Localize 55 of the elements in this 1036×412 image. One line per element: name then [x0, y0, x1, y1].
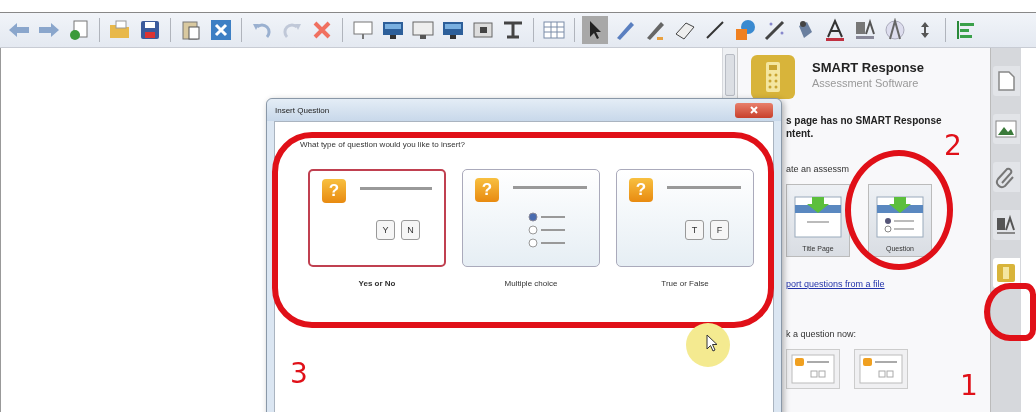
side-tab[interactable] — [992, 114, 1020, 144]
side-tab[interactable] — [992, 162, 1020, 192]
table-icon — [542, 18, 566, 42]
page-drawing — [875, 195, 925, 239]
side-tab[interactable] — [992, 258, 1020, 288]
properties-icon — [994, 213, 1018, 237]
title-line — [360, 187, 432, 190]
side-tab[interactable] — [992, 210, 1020, 240]
question-thumbnail[interactable] — [786, 349, 840, 389]
section-label: ate an assessm — [786, 164, 850, 174]
shapes-icon — [733, 18, 757, 42]
page-x-icon — [209, 18, 233, 42]
screen-icon — [351, 18, 375, 42]
magic-wand-icon — [763, 18, 787, 42]
pointer-icon — [706, 334, 718, 352]
answer-key: F — [710, 220, 729, 240]
dialog-title: Insert Question — [275, 105, 330, 115]
question-thumbnail[interactable] — [854, 349, 908, 389]
dialog-prompt: What type of question would you like to insert? — [300, 140, 466, 149]
question-badge: ? — [629, 178, 653, 202]
landscape-picture-icon — [994, 117, 1018, 141]
import-link[interactable]: port questions from a file — [786, 279, 885, 289]
compass-icon — [883, 18, 907, 42]
annotation-number: 1 — [960, 372, 978, 400]
remote-device-icon — [994, 261, 1018, 285]
answer-key: N — [401, 220, 420, 240]
question-badge: ? — [322, 179, 346, 203]
text-color-icon — [823, 18, 847, 42]
monitor-icon — [411, 18, 435, 42]
question-card-drawing — [859, 354, 903, 384]
question-type-card[interactable]: ? T F — [616, 169, 754, 267]
answer-key: Y — [376, 220, 395, 240]
question-type-card[interactable]: ? Y N — [308, 169, 446, 267]
question-type-label: True or False — [661, 279, 709, 288]
question-card-drawing — [791, 354, 835, 384]
arrow-pointer-tool[interactable] — [582, 16, 608, 44]
annotation-number: 3 — [290, 360, 308, 388]
side-tab[interactable] — [992, 66, 1020, 96]
remote-device-icon — [750, 54, 796, 100]
section-label: k a question now: — [786, 329, 857, 339]
page-drawing — [793, 195, 843, 239]
annotation-number: 2 — [944, 132, 962, 160]
answer-key: T — [685, 220, 704, 240]
question-type-label: Yes or No — [358, 279, 396, 288]
properties-icon — [853, 18, 877, 42]
question-type-label: Multiple choice — [504, 279, 558, 288]
new-page-icon — [67, 18, 91, 42]
clipboard-icon — [179, 18, 203, 42]
panel-title: SMART Response — [812, 60, 924, 75]
close-button[interactable] — [735, 102, 773, 118]
question-badge: ? — [475, 178, 499, 202]
panel-message: s page has no SMART Response ntent. — [786, 114, 942, 140]
close-icon — [749, 105, 759, 115]
panel-subtitle: Assessment Software — [812, 77, 920, 89]
annotation-circle — [984, 283, 1036, 341]
